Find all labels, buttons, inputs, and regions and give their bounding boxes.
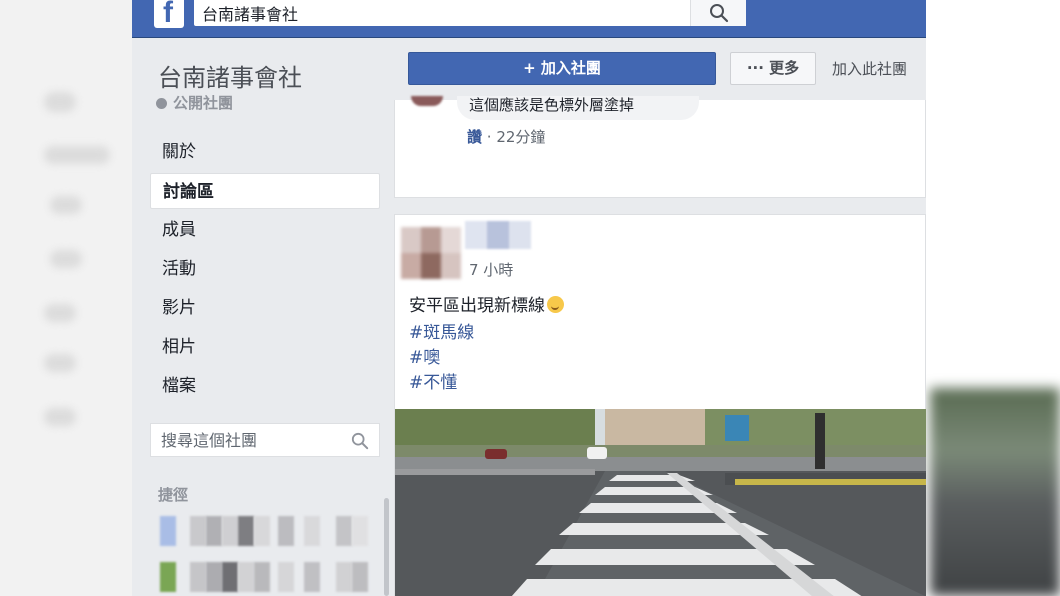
post-text: 安平區出現新標線 xyxy=(409,296,545,316)
logo-letter: f xyxy=(163,0,173,29)
post-timestamp[interactable]: 7 小時 xyxy=(469,259,513,280)
left-scrollbar[interactable] xyxy=(384,498,389,596)
hashtag-link[interactable]: #斑馬線 xyxy=(409,321,474,346)
avatar[interactable] xyxy=(401,227,461,279)
comment-bubble: 這個應該是色標外層塗掉 xyxy=(457,96,699,120)
nav-item-about[interactable]: 關於 xyxy=(150,134,380,170)
globe-icon xyxy=(156,98,167,109)
hashtag-link[interactable]: #噢 xyxy=(409,346,474,371)
post-card: 7 小時 安平區出現新標線 #斑馬線 #噢 #不懂 xyxy=(394,214,926,596)
nav-item-files[interactable]: 檔案 xyxy=(150,368,380,404)
shortcut-item[interactable] xyxy=(146,562,382,592)
nav-item-photos[interactable]: 相片 xyxy=(150,329,380,365)
screen: f 台南諸事會社 公開社團 關於 討論區 成員 活 xyxy=(0,0,1060,596)
post-author-name[interactable] xyxy=(465,221,531,249)
like-link[interactable]: 讚 xyxy=(467,128,482,146)
shortcut-item[interactable] xyxy=(146,516,382,546)
top-bar: f xyxy=(132,0,926,38)
group-nav: 關於 討論區 成員 活動 影片 相片 檔案 xyxy=(150,134,380,407)
search-icon xyxy=(710,4,729,23)
global-search xyxy=(194,0,746,26)
comment-time: · 22分鐘 xyxy=(486,128,546,146)
facebook-group-page: f 台南諸事會社 公開社團 關於 討論區 成員 活 xyxy=(132,0,926,596)
shortcuts-heading: 捷徑 xyxy=(158,486,189,504)
group-privacy: 公開社團 xyxy=(156,92,233,113)
blurred-background-right xyxy=(926,0,1060,596)
thinking-face-icon xyxy=(547,296,564,313)
nav-item-discussion[interactable]: 討論區 xyxy=(150,173,380,209)
comment-meta: 讚 · 22分鐘 xyxy=(467,126,545,147)
join-group-link[interactable]: 加入此社團 xyxy=(832,58,907,79)
nav-item-members[interactable]: 成員 xyxy=(150,212,380,248)
group-type-label: 公開社團 xyxy=(173,94,234,112)
nav-item-videos[interactable]: 影片 xyxy=(150,290,380,326)
hashtag-link[interactable]: #不懂 xyxy=(409,371,474,396)
facebook-logo[interactable]: f xyxy=(154,0,184,29)
search-icon[interactable] xyxy=(351,432,369,450)
search-input[interactable] xyxy=(194,0,688,26)
group-search-input[interactable] xyxy=(151,424,341,456)
main-column: + 加入社團 ··· 更多 加入此社團 這個應該是色標外層塗掉 讚 · 22分鐘 xyxy=(394,38,926,596)
search-button[interactable] xyxy=(690,0,746,26)
nav-item-events[interactable]: 活動 xyxy=(150,251,380,287)
group-name[interactable]: 台南諸事會社 xyxy=(158,58,302,93)
left-column: 台南諸事會社 公開社團 關於 討論區 成員 活動 影片 相片 檔案 捷徑 xyxy=(132,38,392,596)
join-group-button[interactable]: + 加入社團 xyxy=(408,52,716,85)
blurred-background-left xyxy=(0,0,132,596)
post-body: 安平區出現新標線 xyxy=(409,291,564,316)
post-photo[interactable] xyxy=(395,409,926,596)
comment-text: 這個應該是色標外層塗掉 xyxy=(469,96,635,114)
avatar[interactable] xyxy=(411,96,443,106)
group-search xyxy=(150,423,380,457)
group-actions: + 加入社團 ··· 更多 加入此社團 xyxy=(394,38,926,98)
previous-post-card: 這個應該是色標外層塗掉 讚 · 22分鐘 xyxy=(394,96,926,198)
hashtag-list: #斑馬線 #噢 #不懂 xyxy=(409,321,474,396)
more-button[interactable]: ··· 更多 xyxy=(730,52,816,85)
